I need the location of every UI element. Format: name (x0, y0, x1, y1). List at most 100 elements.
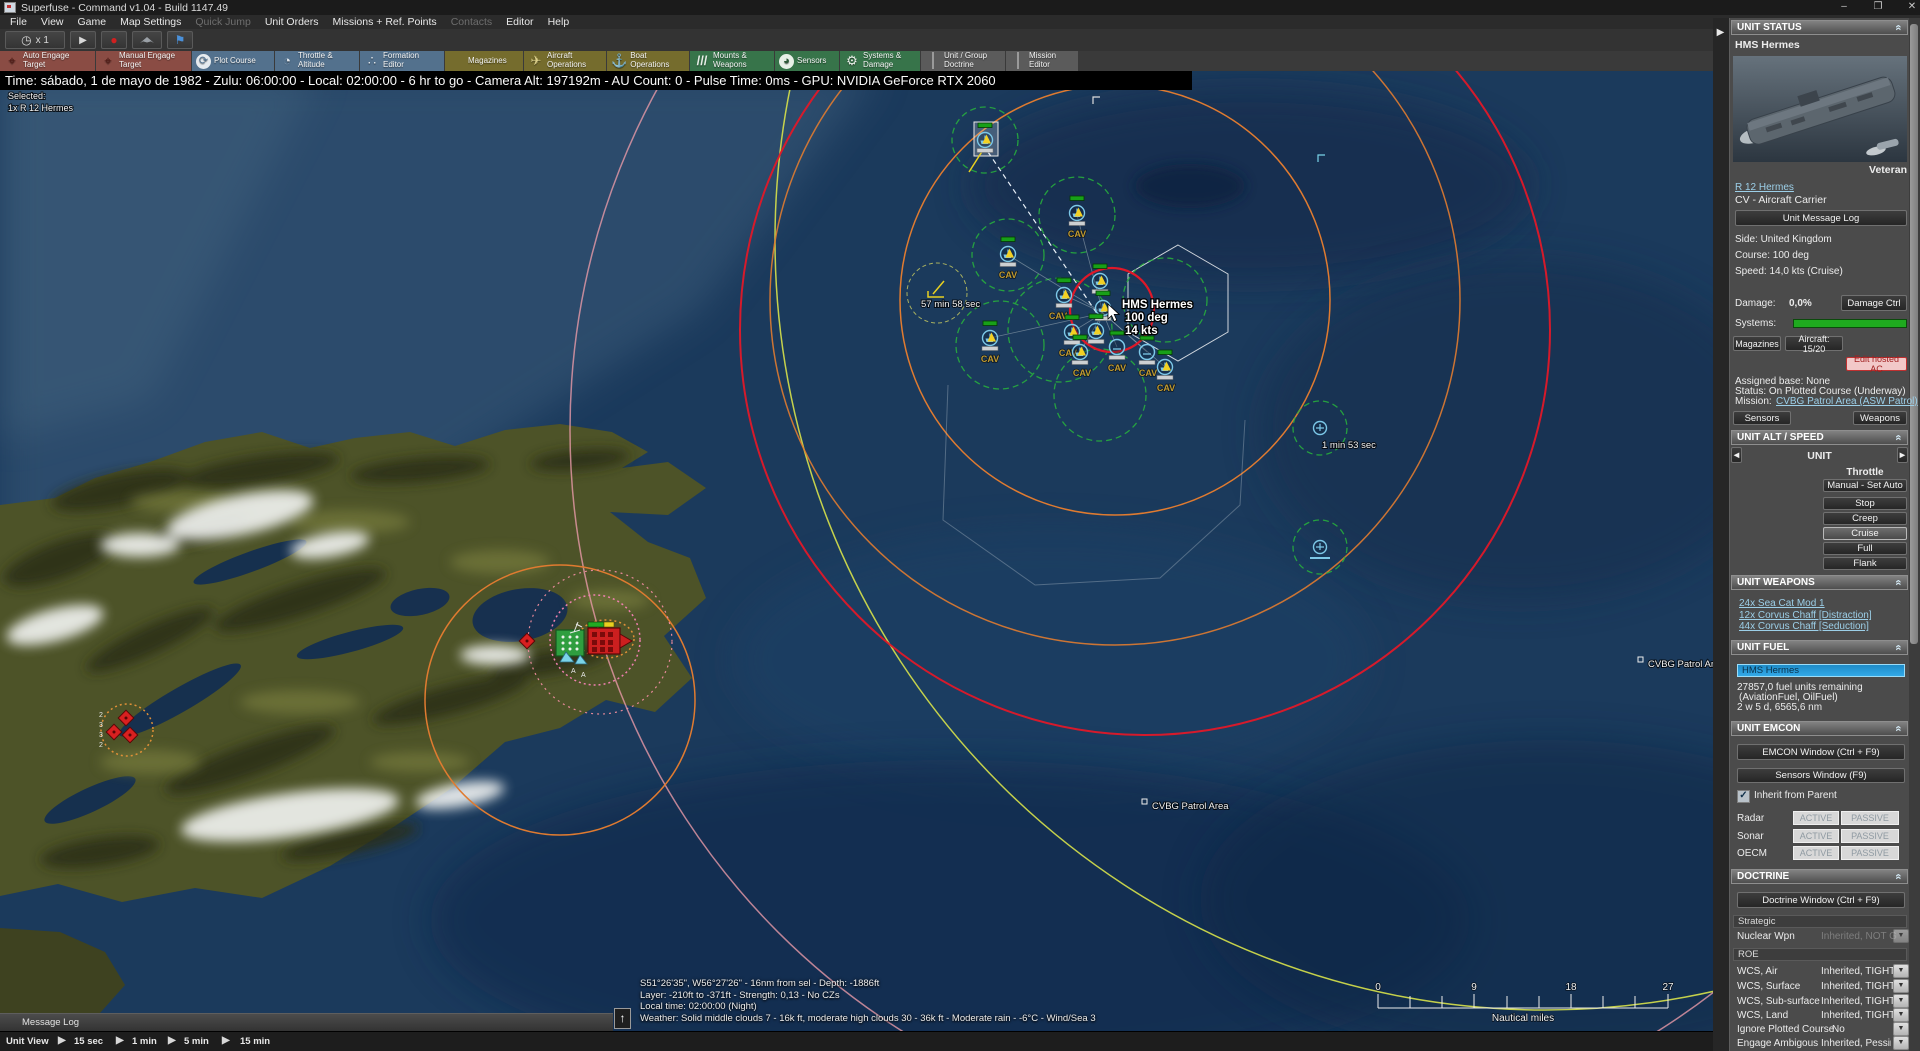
sonar-passive-button[interactable]: PASSIVE (1841, 829, 1899, 843)
menu-file[interactable]: File (10, 16, 27, 28)
edit-hosted-ac-button[interactable]: Edit hosted AC (1846, 357, 1907, 371)
fuel-selected-unit[interactable]: HMS Hermes (1737, 664, 1905, 677)
unit-symbol-escort[interactable] (1314, 541, 1327, 554)
nuclear-dropdown[interactable]: ▼ (1893, 929, 1909, 943)
view-mode-label[interactable]: Unit View (6, 1036, 49, 1047)
menu-help[interactable]: Help (548, 16, 570, 28)
doctrine-window-button[interactable]: Doctrine Window (Ctrl + F9) (1737, 892, 1905, 908)
roe-dropdown[interactable]: ▼ (1893, 1022, 1909, 1036)
sonar-active-button[interactable]: ACTIVE (1793, 829, 1839, 843)
throttle-flank-button[interactable]: Flank (1823, 557, 1907, 570)
sensors-button[interactable]: Sensors (1733, 411, 1791, 425)
stealth-aircraft-button[interactable] (132, 31, 162, 49)
section-header-unit-fuel[interactable]: UNIT FUEL» (1731, 640, 1908, 655)
document-icon (925, 54, 941, 68)
step-arrow-icon[interactable]: ▶ (116, 1035, 124, 1046)
throttle-creep-button[interactable]: Creep (1823, 512, 1907, 525)
roe-label: WCS, Air (1737, 966, 1778, 977)
unit-next-button[interactable]: ► (1897, 447, 1908, 463)
toolbar-systems-damage[interactable]: ⚙Systems & Damage (840, 51, 920, 71)
roe-dropdown[interactable]: ▼ (1893, 994, 1909, 1008)
maximize-button[interactable]: ❐ (1864, 0, 1892, 14)
sidebar-scrollbar-thumb[interactable] (1910, 24, 1918, 644)
toolbar-manual-engage-target[interactable]: ⌖Manual Engage Target (96, 51, 191, 71)
toolbar-boat-operations[interactable]: ⚓Boat Operations (607, 51, 689, 71)
magazines-button[interactable]: Magazines (1733, 336, 1781, 351)
oecm-active-button[interactable]: ACTIVE (1793, 846, 1839, 860)
roe-value: Inherited, TIGHT (1821, 981, 1895, 992)
menu-bar: File View Game Map Settings Quick Jump U… (0, 15, 1920, 29)
weapon-link[interactable]: 12x Corvus Chaff [Distraction] (1739, 610, 1872, 621)
flag-button[interactable]: ⚑ (167, 31, 193, 49)
weapons-button[interactable]: Weapons (1853, 411, 1907, 425)
menu-game[interactable]: Game (78, 16, 107, 28)
toolbar-magazines[interactable]: Magazines (445, 51, 523, 71)
section-header-doctrine[interactable]: DOCTRINE» (1731, 869, 1908, 884)
radar-passive-button[interactable]: PASSIVE (1841, 811, 1899, 825)
damage-ctrl-button[interactable]: Damage Ctrl (1841, 295, 1907, 311)
menu-map-settings[interactable]: Map Settings (120, 16, 181, 28)
time-compression-button[interactable]: ◷ x 1 (5, 31, 65, 49)
weapon-link[interactable]: 24x Sea Cat Mod 1 (1739, 598, 1825, 609)
step-5min[interactable]: 5 min (184, 1036, 209, 1047)
menu-editor[interactable]: Editor (506, 16, 533, 28)
roe-dropdown[interactable]: ▼ (1893, 1008, 1909, 1022)
section-header-unit-emcon[interactable]: UNIT EMCON» (1731, 721, 1908, 736)
menu-missions-ref-points[interactable]: Missions + Ref. Points (333, 16, 437, 28)
step-arrow-icon[interactable]: ▶ (58, 1035, 66, 1046)
throttle-manual-button[interactable]: Manual - Set Auto (1823, 479, 1907, 492)
roe-dropdown[interactable]: ▼ (1893, 979, 1909, 993)
step-arrow-icon[interactable]: ▶ (222, 1035, 230, 1046)
toolbar-unit-group-doctrine[interactable]: Unit / Group Doctrine (921, 51, 1005, 71)
record-button[interactable]: ● (101, 31, 127, 49)
oecm-passive-button[interactable]: PASSIVE (1841, 846, 1899, 860)
roe-dropdown[interactable]: ▼ (1893, 964, 1909, 978)
toolbar-aircraft-operations[interactable]: ✈Aircraft Operations (524, 51, 606, 71)
sensors-window-button[interactable]: Sensors Window (F9) (1737, 768, 1905, 783)
sidebar-collapse-button[interactable]: ▶ (1714, 24, 1727, 42)
toolbar-mounts-weapons[interactable]: ///Mounts & Weapons (690, 51, 774, 71)
aircraft-button[interactable]: Aircraft: 15/20 (1785, 336, 1843, 351)
message-log-expand-button[interactable]: ↑ (614, 1008, 631, 1029)
play-button[interactable]: ▶ (70, 31, 96, 49)
unit-db-link[interactable]: R 12 Hermes (1735, 182, 1794, 193)
inherit-parent-checkbox[interactable]: ✓ (1737, 790, 1750, 803)
tactical-map[interactable]: CAV CAV CAV CAV CAV CAV CAV CAV CAV (0, 71, 1713, 1031)
menu-view[interactable]: View (41, 16, 64, 28)
toolbar-mission-editor[interactable]: Mission Editor (1006, 51, 1078, 71)
time-status-bar: Time: sábado, 1 de mayo de 1982 - Zulu: … (0, 71, 1192, 90)
toolbar-throttle-altitude[interactable]: ◔Throttle & Altitude (275, 51, 359, 71)
quick-toolbar: ◷ x 1 ▶ ● ⚑ (0, 29, 1713, 51)
throttle-full-button[interactable]: Full (1823, 542, 1907, 555)
roe-dropdown[interactable]: ▼ (1893, 1036, 1909, 1050)
weapon-link[interactable]: 44x Corvus Chaff [Seduction] (1739, 621, 1869, 632)
throttle-stop-button[interactable]: Stop (1823, 497, 1907, 510)
minimize-button[interactable]: – (1830, 0, 1858, 14)
emcon-window-button[interactable]: EMCON Window (Ctrl + F9) (1737, 744, 1905, 760)
section-header-unit-weapons[interactable]: UNIT WEAPONS» (1731, 575, 1908, 590)
step-15min[interactable]: 15 min (240, 1036, 270, 1047)
step-15sec[interactable]: 15 sec (74, 1036, 103, 1047)
roe-value: Inherited, TIGHT (1821, 996, 1895, 1007)
mission-editor-icon (1010, 54, 1026, 68)
menu-unit-orders[interactable]: Unit Orders (265, 16, 319, 28)
message-log-bar[interactable]: Message Log (0, 1013, 613, 1031)
toolbar-formation-editor[interactable]: ∴Formation Editor (360, 51, 444, 71)
mission-link[interactable]: CVBG Patrol Area (ASW Patrol) (1776, 396, 1918, 407)
toolbar-auto-engage-target[interactable]: ⌖Auto Engage Target (0, 51, 95, 71)
svg-text:CAV: CAV (1073, 368, 1091, 378)
unit-symbol-escort[interactable] (1314, 422, 1327, 435)
toolbar-plot-course[interactable]: ⟳Plot Course (192, 51, 274, 71)
toolbar-sensors[interactable]: ◕Sensors (775, 51, 839, 71)
systems-label: Systems: (1735, 318, 1776, 329)
throttle-cruise-button[interactable]: Cruise (1823, 527, 1907, 540)
radar-active-button[interactable]: ACTIVE (1793, 811, 1839, 825)
section-header-alt-speed[interactable]: UNIT ALT / SPEED» (1731, 430, 1908, 445)
step-1min[interactable]: 1 min (132, 1036, 157, 1047)
unit-message-log-button[interactable]: Unit Message Log (1735, 210, 1907, 226)
record-icon: ● (110, 33, 117, 47)
close-button[interactable]: ✕ (1898, 0, 1920, 14)
section-header-unit-status[interactable]: UNIT STATUS» (1731, 20, 1908, 35)
step-arrow-icon[interactable]: ▶ (168, 1035, 176, 1046)
roe-label: WCS, Land (1737, 1010, 1788, 1021)
